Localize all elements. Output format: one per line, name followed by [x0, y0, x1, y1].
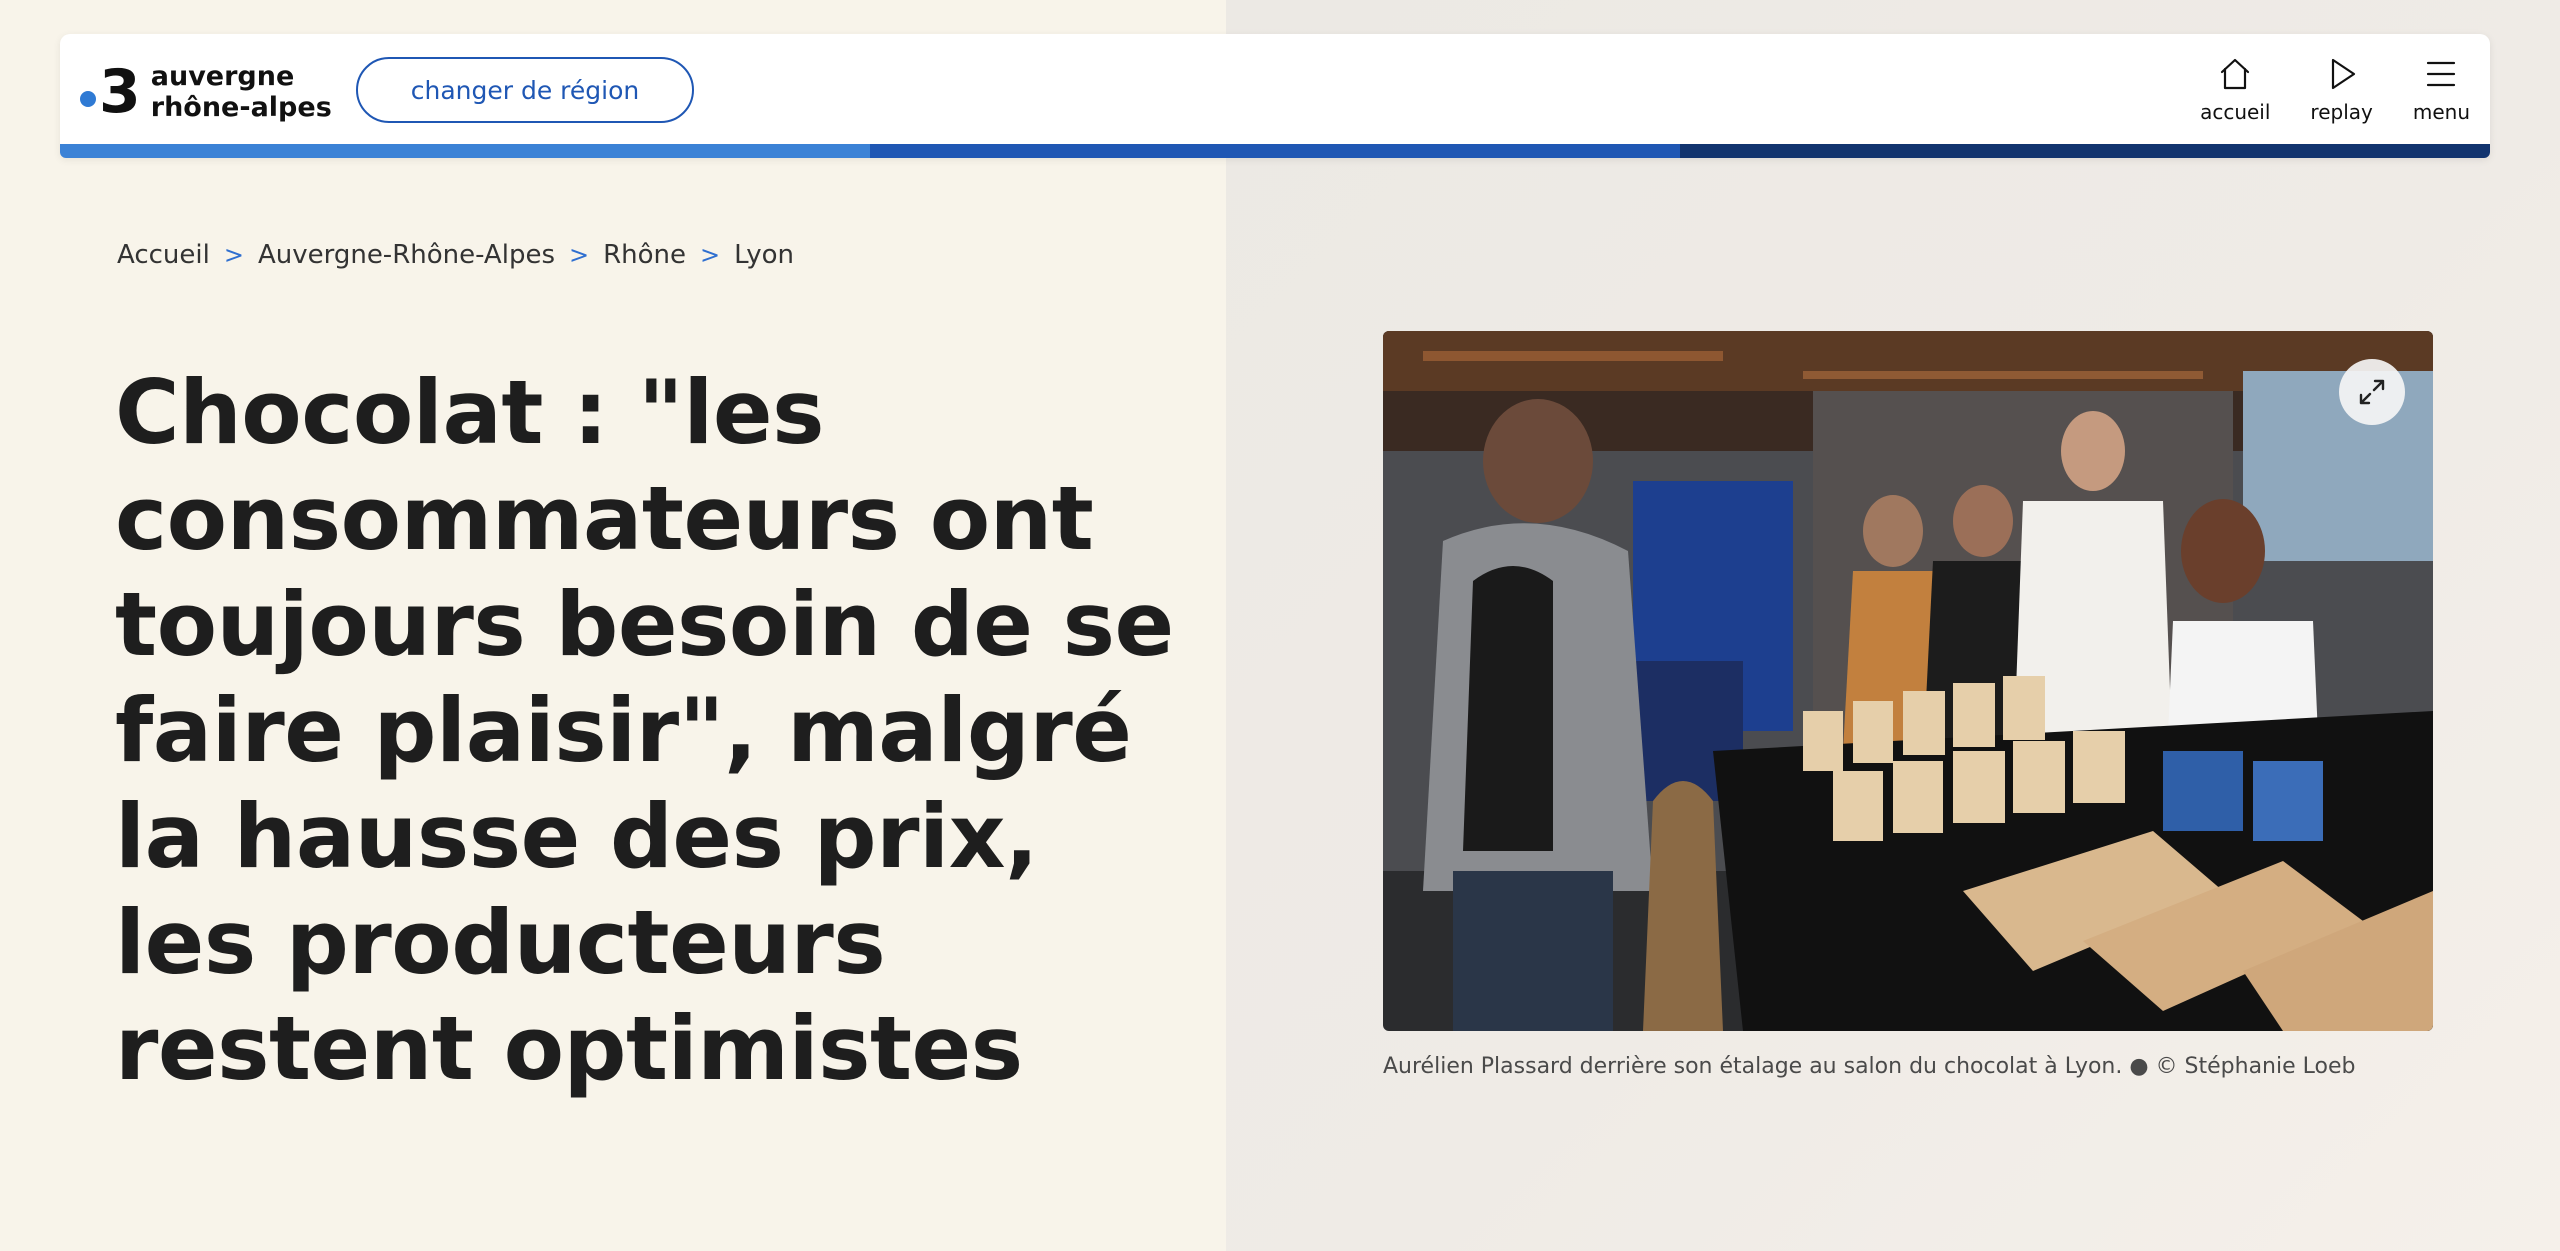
nav-menu[interactable]: menu	[2413, 54, 2470, 124]
breadcrumb: Accueil > Auvergne-Rhône-Alpes > Rhône >…	[117, 238, 794, 272]
logo-dot	[80, 91, 96, 107]
header-bar-segment-1	[60, 144, 870, 158]
nav-accueil-label: accueil	[2200, 100, 2271, 124]
hamburger-menu-icon	[2427, 61, 2456, 87]
article-title: Chocolat : "les consommateurs ont toujou…	[115, 361, 1174, 1100]
logo-number: 3	[99, 57, 141, 127]
header-nav: accueil replay menu	[2200, 54, 2470, 134]
home-icon	[2221, 58, 2250, 90]
nav-menu-label: menu	[2412, 100, 2470, 124]
nav-replay-label: replay	[2310, 100, 2373, 124]
breadcrumb-item-department[interactable]: Rhône	[603, 240, 686, 270]
breadcrumb-separator: >	[223, 241, 244, 269]
expand-icon	[2359, 379, 2385, 405]
breadcrumb-item-city[interactable]: Lyon	[734, 240, 794, 270]
breadcrumb-item-accueil[interactable]: Accueil	[117, 240, 210, 270]
play-icon	[2331, 58, 2355, 90]
site-logo[interactable]: 3 auvergne rhône-alpes	[80, 60, 332, 124]
breadcrumb-separator: >	[569, 241, 590, 269]
breadcrumb-separator: >	[700, 241, 721, 269]
article-photo[interactable]	[1383, 331, 2433, 1031]
change-region-button[interactable]: changer de région	[356, 57, 694, 123]
site-header: 3 auvergne rhône-alpes changer de région…	[60, 34, 2490, 158]
logo-line-1: auvergne	[150, 60, 295, 92]
logo-text: auvergne rhône-alpes	[151, 61, 332, 123]
logo-line-2: rhône-alpes	[150, 92, 332, 123]
chocolate-stand-photo	[1383, 331, 2433, 1031]
expand-image-button[interactable]	[2339, 359, 2405, 425]
nav-replay[interactable]: replay	[2310, 54, 2373, 124]
header-bar-segment-2	[870, 144, 1680, 158]
header-bar-segment-3	[1680, 144, 2490, 158]
nav-accueil[interactable]: accueil	[2200, 54, 2270, 124]
breadcrumb-item-region[interactable]: Auvergne-Rhône-Alpes	[258, 240, 555, 270]
header-color-bar	[60, 144, 2490, 158]
photo-caption: Aurélien Plassard derrière son étalage a…	[1383, 1054, 2356, 1079]
